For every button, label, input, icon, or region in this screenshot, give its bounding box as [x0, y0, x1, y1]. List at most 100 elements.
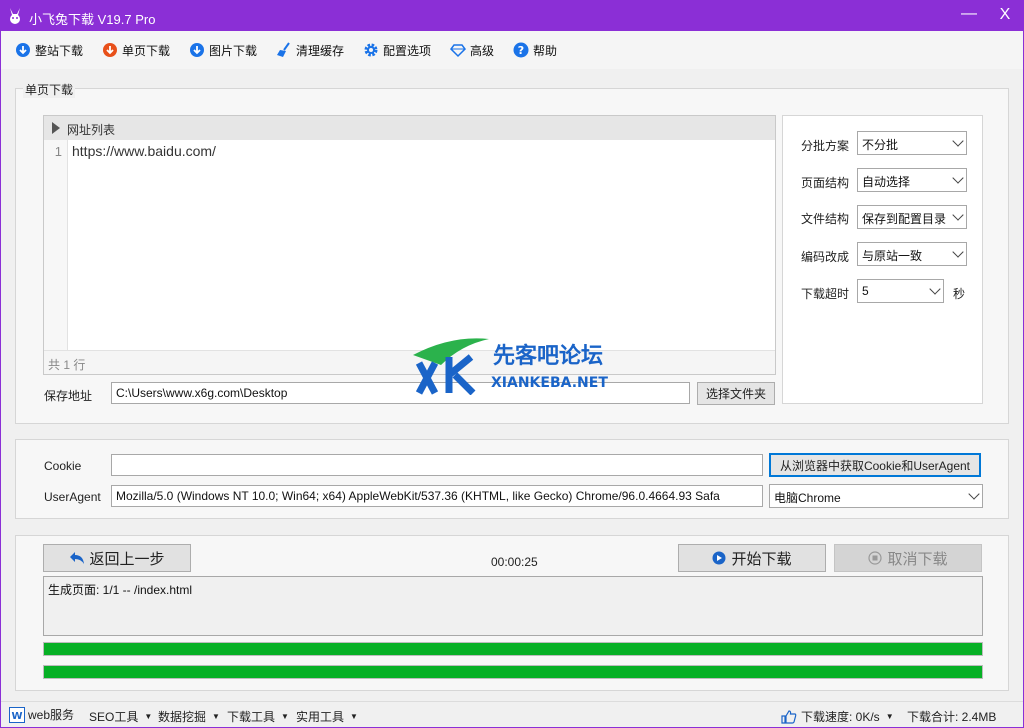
- minimize-button[interactable]: —: [959, 5, 979, 23]
- expand-triangle-icon[interactable]: [52, 122, 60, 134]
- toolbar-label: 清理缓存: [296, 43, 345, 58]
- caret-down-icon: ▼: [281, 712, 289, 721]
- toolbar-site-download[interactable]: 整站下载: [15, 41, 83, 59]
- watermark-en: XIANKEBA.NET: [491, 375, 608, 391]
- batch-value: 不分批: [862, 138, 899, 152]
- useragent-label: UserAgent: [44, 490, 101, 504]
- url-entry[interactable]: https://www.baidu.com/: [72, 143, 216, 159]
- choose-folder-button[interactable]: 选择文件夹: [697, 382, 775, 405]
- data-mining-label: 数据挖掘: [158, 710, 207, 724]
- progress-bar-page: [43, 642, 983, 656]
- save-path-label: 保存地址: [44, 389, 93, 403]
- timeout-value: 5: [862, 284, 869, 298]
- progress-fill: [44, 643, 982, 655]
- data-mining-menu[interactable]: 数据挖掘 ▼: [158, 708, 220, 725]
- thumbs-up-icon: [781, 709, 797, 724]
- title-bar: 小飞兔下载 V19.7 Pro — X: [1, 1, 1023, 31]
- chevron-down-icon: [929, 283, 941, 295]
- line-number-gutter: 1: [44, 140, 68, 350]
- chevron-down-icon: [952, 135, 964, 147]
- toolbar-page-download[interactable]: 单页下载: [102, 41, 170, 59]
- line-number: 1: [54, 144, 62, 159]
- progress-fill: [44, 666, 982, 678]
- caret-down-icon: ▼: [212, 712, 220, 721]
- rabbit-icon: [10, 8, 20, 24]
- download-total: 下载合计: 2.4MB: [907, 708, 996, 725]
- chevron-down-icon: [952, 209, 964, 221]
- batch-select[interactable]: 不分批: [857, 131, 967, 155]
- window-title: 小飞兔下载 V19.7 Pro: [29, 12, 156, 27]
- seo-label: SEO工具: [89, 710, 139, 724]
- encoding-select[interactable]: 与原站一致: [857, 242, 967, 266]
- cancel-label: 取消下载: [887, 550, 948, 568]
- watermark-cn: 先客吧论坛: [493, 343, 603, 369]
- toolbar-label: 单页下载: [122, 43, 171, 58]
- toolbar-label: 高级: [470, 43, 495, 58]
- download-speed[interactable]: 下载速度: 0K/s ▼: [781, 708, 894, 725]
- start-label: 开始下载: [731, 550, 792, 568]
- web-service-item[interactable]: W web服务: [9, 706, 74, 723]
- download-icon: [16, 43, 30, 57]
- browser-select[interactable]: 电脑Chrome: [769, 484, 983, 508]
- caret-down-icon: ▼: [144, 712, 153, 721]
- chevron-down-icon: [952, 246, 964, 258]
- back-button[interactable]: 返回上一步: [43, 544, 191, 572]
- back-label: 返回上一步: [89, 550, 165, 568]
- download-tools-menu[interactable]: 下载工具 ▼: [227, 708, 289, 725]
- chevron-down-icon: [968, 488, 980, 500]
- caret-down-icon: ▼: [350, 712, 358, 721]
- file-structure-label: 文件结构: [801, 212, 850, 226]
- progress-bar-total: [43, 665, 983, 679]
- page-structure-select[interactable]: 自动选择: [857, 168, 967, 192]
- page-structure-value: 自动选择: [862, 175, 911, 189]
- diamond-icon: [450, 44, 466, 58]
- download-icon: [190, 43, 204, 57]
- cancel-download-button[interactable]: 取消下载: [834, 544, 982, 572]
- caret-down-icon: ▼: [885, 712, 894, 721]
- timeout-unit: 秒: [953, 287, 966, 301]
- group-title: 单页下载: [23, 81, 76, 98]
- close-button[interactable]: X: [995, 6, 1015, 24]
- web-service-label: web服务: [28, 708, 75, 722]
- play-icon: [712, 551, 726, 565]
- toolbar-clear-cache[interactable]: 清理缓存: [276, 41, 344, 59]
- file-structure-select[interactable]: 保存到配置目录: [857, 205, 967, 229]
- toolbar-advanced[interactable]: 高级: [450, 41, 494, 59]
- download-icon: [103, 43, 117, 57]
- timeout-select[interactable]: 5: [857, 279, 944, 303]
- toolbar-help[interactable]: ? 帮助: [513, 41, 557, 59]
- toolbar-label: 图片下载: [209, 43, 258, 58]
- download-tools-label: 下载工具: [227, 710, 276, 724]
- svg-text:?: ?: [518, 44, 524, 57]
- useragent-input[interactable]: Mozilla/5.0 (Windows NT 10.0; Win64; x64…: [111, 485, 763, 507]
- batch-label: 分批方案: [801, 139, 850, 153]
- toolbar: 整站下载 单页下载 图片下载 清理缓存 配置选项 高级 ? 帮助: [1, 31, 1023, 69]
- log-line: 生成页面: 1/1 -- /index.html: [48, 583, 193, 597]
- url-list-panel[interactable]: 网址列表 1 https://www.baidu.com/ 共 1 行: [43, 115, 776, 375]
- url-list-header[interactable]: 网址列表: [44, 116, 775, 140]
- toolbar-label: 配置选项: [383, 43, 432, 58]
- start-download-button[interactable]: 开始下载: [678, 544, 826, 572]
- seo-menu[interactable]: SEO工具 ▼: [89, 708, 152, 725]
- broom-icon: [277, 42, 290, 57]
- cookie-label: Cookie: [44, 459, 82, 473]
- get-cookie-button[interactable]: 从浏览器中获取Cookie和UserAgent: [769, 453, 981, 477]
- utilities-menu[interactable]: 实用工具 ▼: [296, 708, 358, 725]
- url-list-footer: 共 1 行: [44, 350, 775, 374]
- toolbar-image-download[interactable]: 图片下载: [189, 41, 257, 59]
- total-label: 下载合计: 2.4MB: [907, 710, 997, 724]
- cookie-input[interactable]: [111, 454, 763, 476]
- file-structure-value: 保存到配置目录: [862, 212, 947, 226]
- log-output[interactable]: 生成页面: 1/1 -- /index.html: [43, 576, 983, 636]
- encoding-label: 编码改成: [801, 250, 850, 264]
- watermark-logo: 先客吧论坛 XIANKEBA.NET: [413, 338, 608, 395]
- line-count: 共 1 行: [48, 358, 86, 372]
- speed-label: 下载速度: 0K/s: [801, 710, 880, 724]
- browser-value: 电脑Chrome: [774, 491, 841, 505]
- stop-icon: [868, 551, 883, 565]
- app-window: 小飞兔下载 V19.7 Pro — X 整站下载 单页下载 图片下载 清理缓存 …: [0, 0, 1024, 728]
- url-list-title: 网址列表: [67, 123, 116, 137]
- utilities-label: 实用工具: [296, 710, 345, 724]
- toolbar-config[interactable]: 配置选项: [363, 41, 431, 59]
- web-service-icon: W: [9, 706, 25, 723]
